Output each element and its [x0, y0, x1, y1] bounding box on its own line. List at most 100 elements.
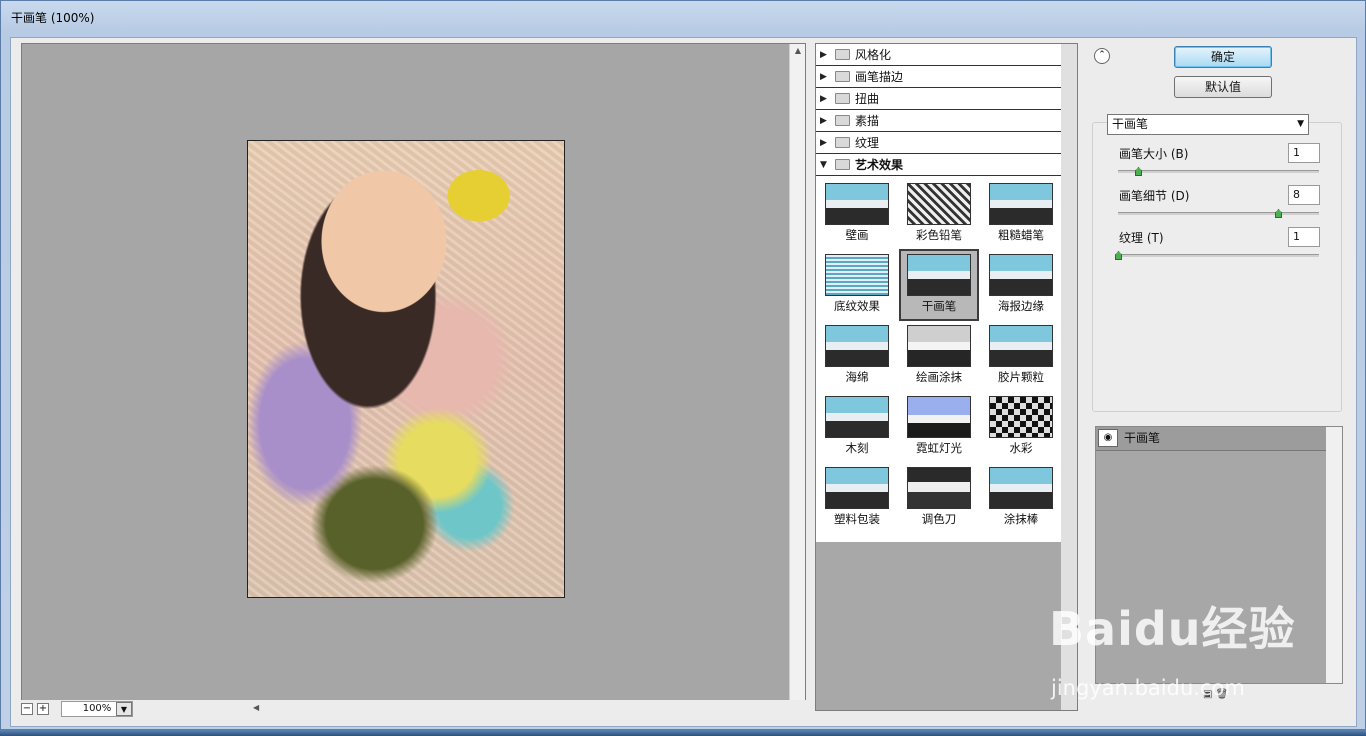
- thumbnail-image: [907, 183, 971, 225]
- preview-vertical-scrollbar[interactable]: ▲ ▼: [789, 44, 805, 710]
- filter-thumb-colored-pencil[interactable]: 彩色铅笔: [898, 179, 980, 250]
- thumbnail-image: [825, 396, 889, 438]
- filter-thumb-cutout[interactable]: 木刻: [816, 392, 898, 463]
- texture-slider[interactable]: [1115, 251, 1319, 260]
- thumb-label: 绘画涂抹: [916, 370, 962, 384]
- category-artistic[interactable]: ▼ 艺术效果: [816, 154, 1062, 176]
- expand-triangle-icon[interactable]: ▶: [820, 94, 832, 104]
- preview-image[interactable]: [247, 140, 565, 598]
- filter-category-list: ▶ 风格化 ▶ 画笔描边 ▶ 扭曲 ▶ 素描 ▶ 纹理 ▼ 艺术效果 壁画 彩色…: [816, 44, 1062, 542]
- default-button[interactable]: 默认值: [1174, 76, 1272, 98]
- filter-select[interactable]: 干画笔 ▼: [1107, 114, 1309, 135]
- filter-gallery: ▶ 风格化 ▶ 画笔描边 ▶ 扭曲 ▶ 素描 ▶ 纹理 ▼ 艺术效果 壁画 彩色…: [815, 43, 1078, 711]
- thumb-label: 干画笔: [921, 299, 957, 313]
- filter-thumb-dry-brush[interactable]: 干画笔: [899, 249, 979, 321]
- filter-thumb-underpainting[interactable]: 底纹效果: [816, 250, 898, 321]
- thumb-label: 粗糙蜡笔: [998, 228, 1044, 242]
- zoom-bar: − + 100% ▼ ◀: [21, 700, 806, 718]
- thumb-label: 胶片颗粒: [998, 370, 1044, 384]
- layers-scrollbar[interactable]: [1326, 427, 1342, 683]
- filter-thumb-rough-pastels[interactable]: 粗糙蜡笔: [980, 179, 1062, 250]
- thumb-label: 海绵: [845, 370, 869, 384]
- filter-thumb-sponge[interactable]: 海绵: [816, 321, 898, 392]
- layer-name: 干画笔: [1124, 431, 1161, 445]
- folder-icon: [835, 71, 850, 82]
- category-distort[interactable]: ▶ 扭曲: [816, 88, 1062, 110]
- thumb-label: 调色刀: [921, 512, 957, 526]
- folder-icon: [835, 137, 850, 148]
- category-sketch[interactable]: ▶ 素描: [816, 110, 1062, 132]
- filter-gallery-window: 干画笔 (100%) ▲ ▼ − + 100% ▼ ◀ ▶ 风格化: [0, 0, 1366, 730]
- thumb-label: 塑料包装: [834, 512, 880, 526]
- thumbnail-image: [989, 254, 1053, 296]
- thumb-label: 木刻: [845, 441, 869, 455]
- filter-thumb-neon-glow[interactable]: 霓虹灯光: [898, 392, 980, 463]
- dropdown-arrow-icon[interactable]: ▼: [1297, 115, 1304, 134]
- thumb-label: 底纹效果: [834, 299, 880, 313]
- folder-icon: [835, 115, 850, 126]
- thumb-label: 彩色铅笔: [916, 228, 962, 242]
- category-label: 素描: [855, 114, 880, 128]
- filter-thumb-plastic-wrap[interactable]: 塑料包装: [816, 463, 898, 534]
- open-folder-icon: [835, 159, 850, 170]
- folder-icon: [835, 49, 850, 60]
- watermark-url: jingyan.baidu.com: [1051, 676, 1245, 700]
- filter-thumb-palette-knife[interactable]: 调色刀: [898, 463, 980, 534]
- scroll-up-icon[interactable]: ▲: [790, 46, 806, 55]
- expand-triangle-icon[interactable]: ▶: [820, 116, 832, 126]
- expand-triangle-icon[interactable]: ▶: [820, 138, 832, 148]
- category-label: 画笔描边: [855, 70, 904, 84]
- brush-detail-input[interactable]: 8: [1288, 185, 1320, 205]
- zoom-dropdown-icon[interactable]: ▼: [116, 702, 132, 716]
- thumb-label: 壁画: [845, 228, 869, 242]
- thumbnail-image: [989, 467, 1053, 509]
- category-brush-strokes[interactable]: ▶ 画笔描边: [816, 66, 1062, 88]
- category-texture[interactable]: ▶ 纹理: [816, 132, 1062, 154]
- brush-detail-slider[interactable]: [1118, 209, 1319, 218]
- ok-button[interactable]: 确定: [1174, 46, 1272, 68]
- filter-thumb-watercolor[interactable]: 水彩: [980, 392, 1062, 463]
- eye-icon[interactable]: ◉: [1098, 429, 1118, 447]
- brush-size-slider[interactable]: [1118, 167, 1319, 176]
- category-label: 风格化: [855, 48, 892, 62]
- filter-thumbnail-grid: 壁画 彩色铅笔 粗糙蜡笔 底纹效果 干画笔 海报边缘 海绵 绘画涂抹 胶片颗粒 …: [816, 176, 1062, 542]
- filter-thumb-film-grain[interactable]: 胶片颗粒: [980, 321, 1062, 392]
- thumbnail-image: [907, 254, 971, 296]
- thumbnail-image: [907, 467, 971, 509]
- collapse-gallery-icon[interactable]: ⌃: [1094, 48, 1110, 64]
- thumb-label: 海报边缘: [998, 299, 1044, 313]
- category-stylize[interactable]: ▶ 风格化: [816, 44, 1062, 66]
- thumbnail-image: [989, 396, 1053, 438]
- brush-size-label: 画笔大小 (B): [1119, 147, 1189, 161]
- filter-select-value: 干画笔: [1112, 117, 1149, 131]
- expand-triangle-icon[interactable]: ▶: [820, 50, 832, 60]
- slider-thumb-icon[interactable]: [1115, 251, 1122, 260]
- filter-settings-panel: 干画笔 ▼ 画笔大小 (B) 1 画笔细节 (D) 8 纹理 (T) 1: [1092, 114, 1342, 412]
- thumb-label: 水彩: [1009, 441, 1033, 455]
- category-label: 艺术效果: [855, 158, 904, 172]
- zoom-in-button[interactable]: +: [37, 703, 49, 715]
- category-label: 扭曲: [855, 92, 880, 106]
- effect-layer-row[interactable]: ◉ 干画笔: [1096, 427, 1327, 451]
- slider-thumb-icon[interactable]: [1135, 167, 1142, 176]
- brush-size-input[interactable]: 1: [1288, 143, 1320, 163]
- thumbnail-image: [989, 183, 1053, 225]
- folder-icon: [835, 93, 850, 104]
- collapse-triangle-icon[interactable]: ▼: [820, 160, 832, 170]
- preview-canvas[interactable]: ▲ ▼: [21, 43, 806, 711]
- thumbnail-image: [825, 325, 889, 367]
- thumbnail-image: [825, 254, 889, 296]
- filter-thumb-poster-edges[interactable]: 海报边缘: [980, 250, 1062, 321]
- thumbnail-image: [907, 396, 971, 438]
- slider-thumb-icon[interactable]: [1275, 209, 1282, 218]
- zoom-out-button[interactable]: −: [21, 703, 33, 715]
- filter-thumb-fresco[interactable]: 壁画: [816, 179, 898, 250]
- filter-thumb-smudge-stick[interactable]: 涂抹棒: [980, 463, 1062, 534]
- thumb-label: 霓虹灯光: [916, 441, 962, 455]
- expand-triangle-icon[interactable]: ▶: [820, 72, 832, 82]
- brush-detail-label: 画笔细节 (D): [1119, 189, 1190, 203]
- texture-input[interactable]: 1: [1288, 227, 1320, 247]
- thumbnail-image: [825, 183, 889, 225]
- filter-thumb-paint-daubs[interactable]: 绘画涂抹: [898, 321, 980, 392]
- preview-horizontal-scrollbar[interactable]: ◀: [253, 703, 805, 717]
